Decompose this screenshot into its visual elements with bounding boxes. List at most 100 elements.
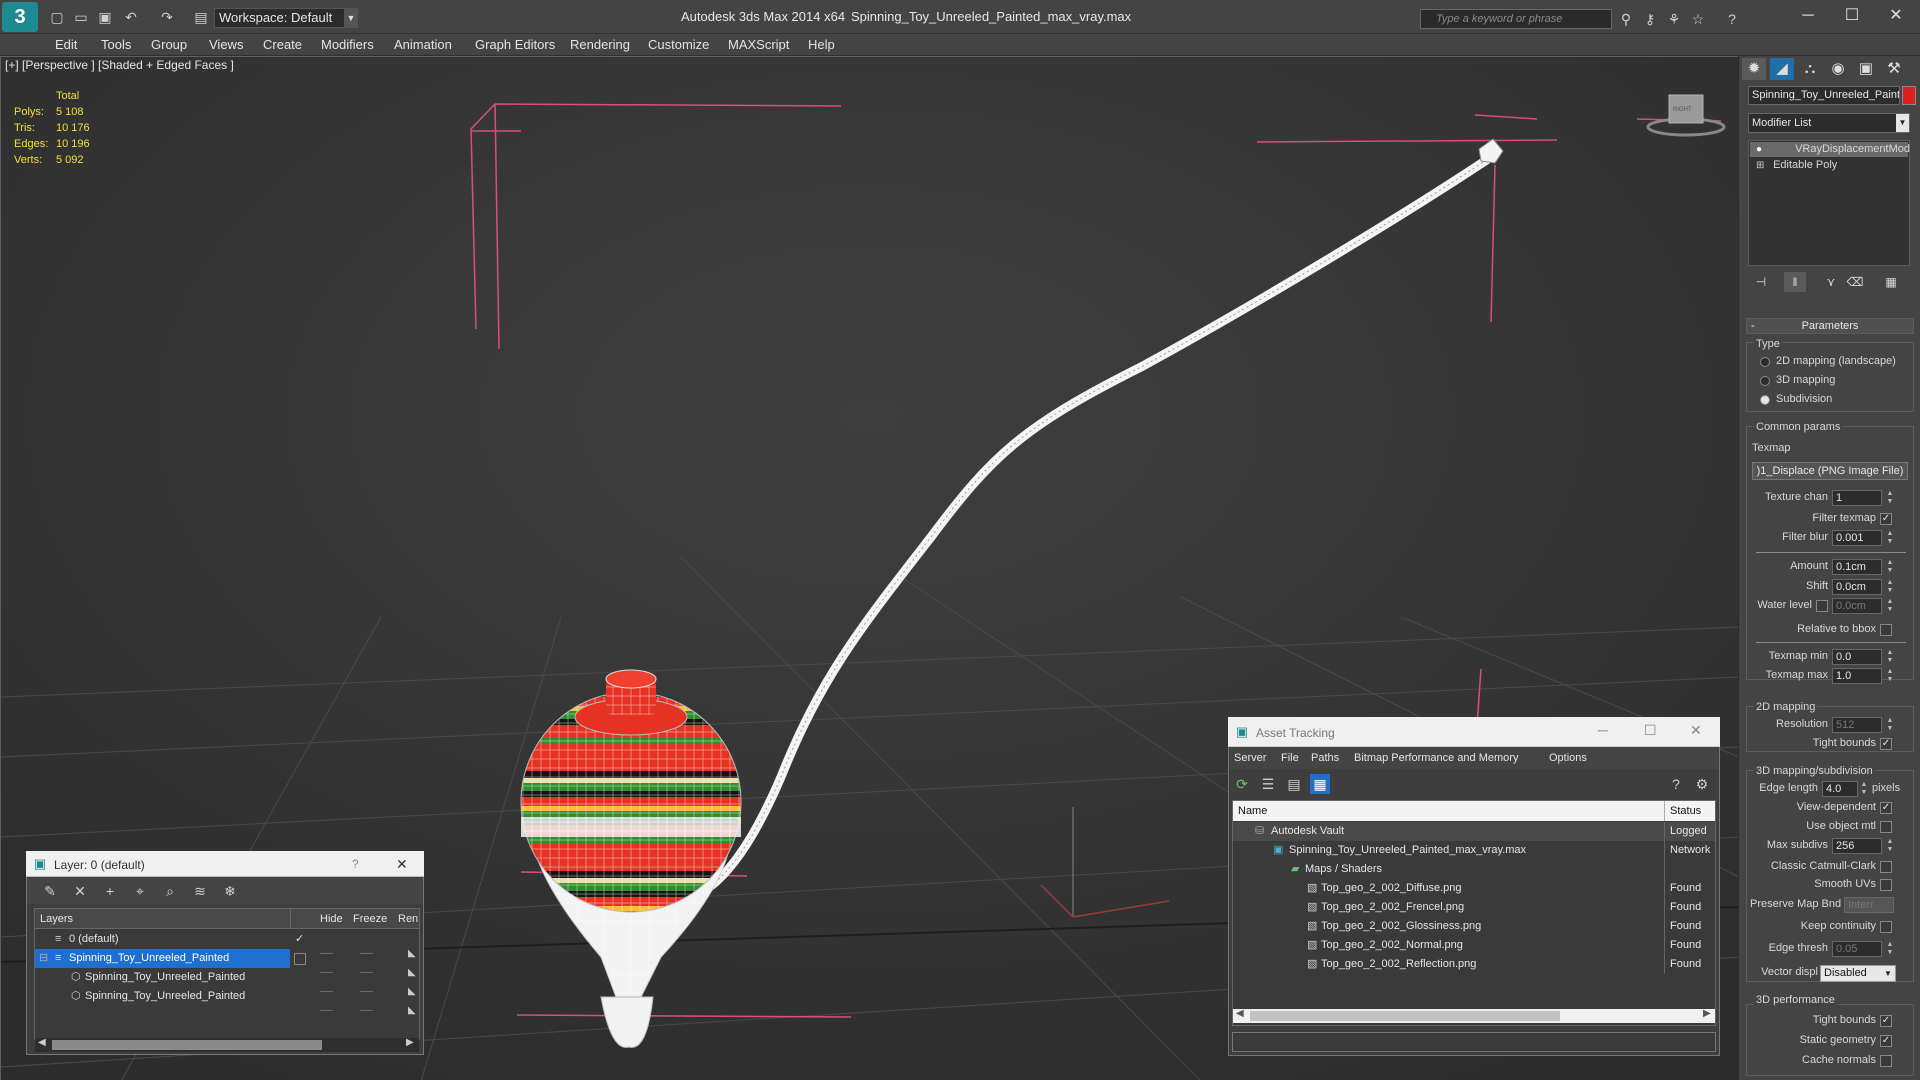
close-icon[interactable]: ✕: [1690, 722, 1702, 739]
spinner-arrows-icon[interactable]: ▲ ▼: [1886, 838, 1894, 854]
menu-tools[interactable]: Tools: [101, 37, 131, 52]
select-objects-icon[interactable]: ⌖: [130, 881, 150, 901]
menu-graph-editors[interactable]: Graph Editors: [475, 37, 555, 52]
pin-stack-icon[interactable]: ⊣: [1750, 272, 1772, 292]
list-view-icon[interactable]: ☰: [1258, 774, 1278, 794]
project-folder-icon[interactable]: ▤: [192, 8, 210, 26]
static-geometry-checkbox[interactable]: ✓: [1880, 1035, 1892, 1047]
scroll-left-icon[interactable]: ◀: [1236, 1008, 1244, 1019]
current-layer-check-icon[interactable]: ✓: [295, 930, 304, 949]
create-tab-sun-icon[interactable]: ✹: [1742, 58, 1766, 80]
app-logo-icon[interactable]: 3: [2, 2, 38, 32]
menu-customize[interactable]: Customize: [648, 37, 709, 52]
close-icon[interactable]: ✕: [396, 856, 408, 873]
add-to-layer-icon[interactable]: +: [100, 881, 120, 901]
radio-2d-mapping[interactable]: [1760, 357, 1770, 367]
motion-tab-icon[interactable]: ◉: [1826, 58, 1850, 80]
layer-row-selected[interactable]: ⊟ ≡ Spinning_Toy_Unreeled_Painted: [35, 949, 290, 968]
water-level-checkbox[interactable]: [1816, 600, 1828, 612]
menu-create[interactable]: Create: [263, 37, 302, 52]
workspace-dropdown[interactable]: Workspace: Default: [214, 8, 358, 28]
modifier-list-dropdown[interactable]: Modifier List: [1748, 113, 1910, 133]
tight-bounds-checkbox[interactable]: ✓: [1880, 738, 1892, 750]
key-icon[interactable]: ⚷: [1640, 9, 1660, 29]
view-dependent-checkbox[interactable]: ✓: [1880, 802, 1892, 814]
configure-sets-icon[interactable]: ▦: [1880, 272, 1902, 292]
highlight-layer-icon[interactable]: ⌕: [160, 881, 180, 901]
col-status[interactable]: Status: [1670, 805, 1701, 817]
object-name-field[interactable]: Spinning_Toy_Unreeled_Painted: [1748, 86, 1900, 105]
col-layers[interactable]: Layers: [40, 913, 73, 925]
radio-subdivision[interactable]: [1760, 395, 1770, 405]
save-file-icon[interactable]: ▣: [96, 8, 114, 26]
display-tab-icon[interactable]: ▣: [1854, 58, 1878, 80]
col-name[interactable]: Name: [1238, 805, 1267, 817]
menu-animation[interactable]: Animation: [394, 37, 452, 52]
spinner-arrows-icon[interactable]: ▲ ▼: [1886, 490, 1894, 506]
spinner-arrows-icon[interactable]: ▲ ▼: [1886, 941, 1894, 957]
menu-maxscript[interactable]: MAXScript: [728, 37, 789, 52]
favorites-star-icon[interactable]: ☆: [1688, 9, 1708, 29]
spinner-arrows-icon[interactable]: ▲ ▼: [1886, 579, 1894, 595]
col-freeze[interactable]: Freeze: [353, 913, 387, 925]
binoculars-icon[interactable]: ⚲: [1616, 9, 1636, 29]
spinner-arrows-icon[interactable]: ▲ ▼: [1886, 598, 1894, 614]
catmull-clark-checkbox[interactable]: [1880, 861, 1892, 873]
asset-menu-file[interactable]: File: [1281, 752, 1299, 764]
filter-texmap-checkbox[interactable]: ✓: [1880, 513, 1892, 525]
make-unique-icon[interactable]: ⋎: [1820, 272, 1842, 292]
texmap-button[interactable]: )1_Displace (PNG Image File): [1752, 462, 1908, 480]
scrollbar-thumb[interactable]: [1250, 1011, 1560, 1021]
asset-row-maps[interactable]: ▰ Maps / Shaders: [1233, 860, 1715, 879]
help-icon[interactable]: ?: [1666, 774, 1686, 794]
col-render[interactable]: Ren: [398, 913, 418, 925]
col-hide[interactable]: Hide: [320, 913, 343, 925]
delete-layer-icon[interactable]: ✕: [70, 881, 90, 901]
maximize-icon[interactable]: ☐: [1834, 4, 1870, 28]
modify-tab-icon[interactable]: ◢: [1770, 58, 1794, 80]
edge-length-spinner[interactable]: 4.0: [1822, 781, 1858, 797]
texmap-max-spinner[interactable]: 1.0: [1832, 668, 1882, 684]
spinner-arrows-icon[interactable]: ▲ ▼: [1860, 781, 1868, 797]
edge-thresh-spinner[interactable]: 0.05: [1832, 941, 1882, 957]
menu-edit[interactable]: Edit: [55, 37, 77, 52]
water-level-spinner[interactable]: 0.0cm: [1832, 598, 1882, 614]
menu-help[interactable]: Help: [808, 37, 835, 52]
texture-chan-spinner[interactable]: 1: [1832, 490, 1882, 506]
scrollbar-thumb[interactable]: [52, 1040, 322, 1050]
hierarchy-tab-icon[interactable]: ⛬: [1798, 58, 1822, 80]
filter-blur-spinner[interactable]: 0.001: [1832, 530, 1882, 546]
asset-row-texture[interactable]: ▧ Top_geo_2_002_Reflection.png Found: [1233, 955, 1715, 974]
close-icon[interactable]: ✕: [1878, 4, 1914, 28]
relative-bbox-checkbox[interactable]: [1880, 624, 1892, 636]
help-icon[interactable]: ?: [352, 857, 359, 871]
object-color-swatch[interactable]: [1902, 86, 1916, 105]
new-layer-icon[interactable]: ✎: [40, 881, 60, 901]
texmap-min-spinner[interactable]: 0.0: [1832, 649, 1882, 665]
subscription-icon[interactable]: ⚘: [1664, 9, 1684, 29]
minimize-icon[interactable]: ─: [1790, 4, 1826, 28]
undo-icon[interactable]: ↶: [122, 8, 140, 26]
keyword-search-input[interactable]: Type a keyword or phrase: [1420, 9, 1612, 29]
spinner-arrows-icon[interactable]: ▲ ▼: [1886, 668, 1894, 684]
freeze-all-icon[interactable]: ❄: [220, 881, 240, 901]
chevron-down-icon[interactable]: ▼: [1884, 966, 1894, 981]
utilities-tab-icon[interactable]: ⚒: [1882, 58, 1906, 80]
render-teapot-icon[interactable]: ◣ ◣ ◣ ◣: [408, 944, 416, 1020]
asset-row-texture[interactable]: ▧ Top_geo_2_002_Glossiness.png Found: [1233, 917, 1715, 936]
stack-item-editable-poly[interactable]: ⊞ Editable Poly: [1750, 158, 1908, 173]
chevron-down-icon[interactable]: ▼: [344, 8, 358, 28]
spinner-arrows-icon[interactable]: ▲ ▼: [1886, 717, 1894, 733]
asset-menu-options[interactable]: Options: [1549, 752, 1587, 764]
cache-normals-checkbox[interactable]: [1880, 1055, 1892, 1067]
hide-column-values[interactable]: ── ── ── ──: [320, 944, 333, 1020]
smooth-uvs-checkbox[interactable]: [1880, 879, 1892, 891]
collapse-minus-icon[interactable]: -: [1751, 319, 1755, 333]
asset-menu-server[interactable]: Server: [1234, 752, 1266, 764]
spinner-arrows-icon[interactable]: ▲ ▼: [1886, 559, 1894, 575]
stack-item-vray-displacement[interactable]: ● VRayDisplacementMod: [1750, 142, 1910, 157]
chevron-down-icon[interactable]: ▼: [1896, 114, 1909, 132]
amount-spinner[interactable]: 0.1cm: [1832, 559, 1882, 575]
asset-row-texture[interactable]: ▧ Top_geo_2_002_Normal.png Found: [1233, 936, 1715, 955]
shift-spinner[interactable]: 0.0cm: [1832, 579, 1882, 595]
